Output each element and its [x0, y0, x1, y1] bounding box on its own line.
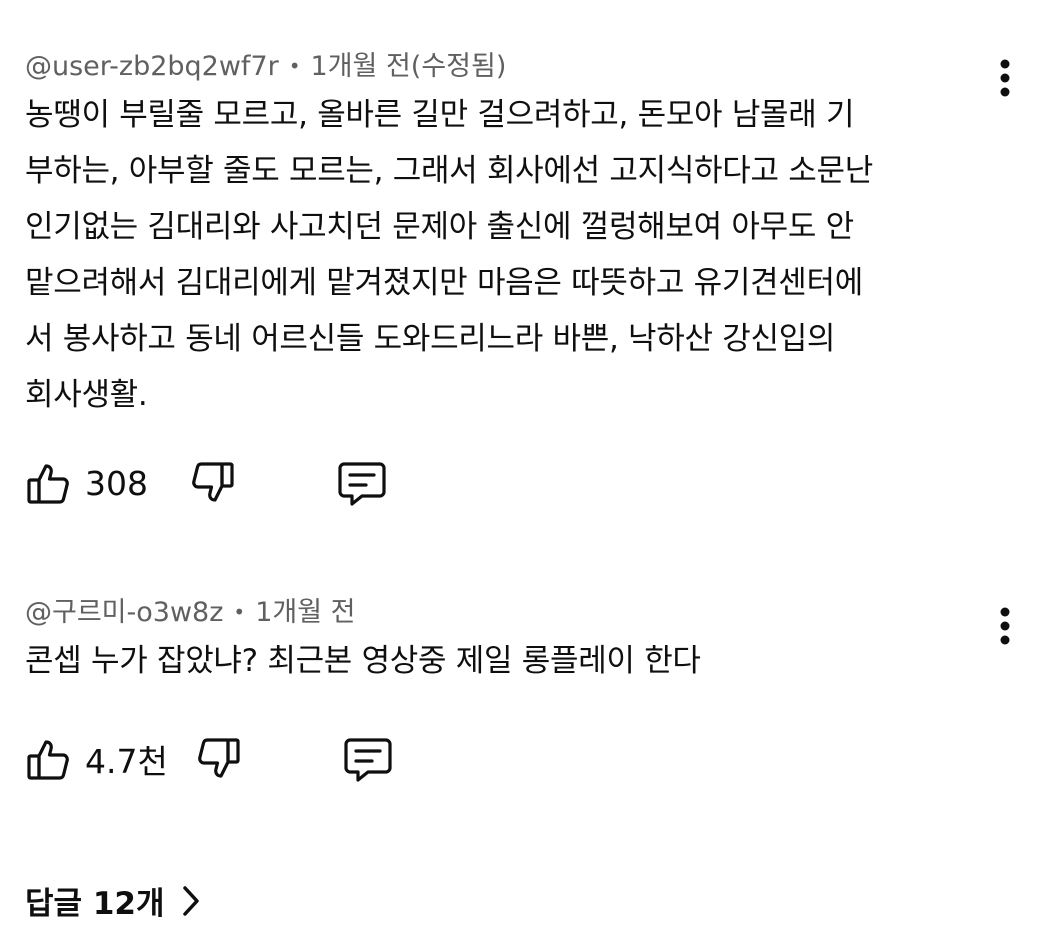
comment-text-line: 콘셉 누가 잡았냐? 최근본 영상중 제일 롱플레이 한다	[25, 643, 701, 679]
more-vertical-icon	[1000, 607, 1010, 645]
dislike-button[interactable]	[190, 460, 236, 506]
comment-1: @user-zb2bq2wf7r • 1개월 전(수정됨) 농땡이 부릴줄 모르고,…	[25, 48, 1025, 518]
more-vertical-icon	[1000, 59, 1010, 97]
like-count: 4.7천	[85, 742, 168, 781]
comment-text: 콘셉 누가 잡았냐? 최근본 영상중 제일 롱플레이 한다	[25, 633, 960, 689]
comment-text-line: 농땡이 부릴줄 모르고, 올바른 길만 걸으려하고, 돈모아 남몰래 기	[25, 97, 855, 133]
replies-label: 답글 12개	[25, 886, 165, 922]
comment-text: 농땡이 부릴줄 모르고, 올바른 길만 걸으려하고, 돈모아 남몰래 기 부하는…	[25, 87, 960, 423]
like-button[interactable]	[25, 736, 71, 782]
like-count: 308	[85, 463, 148, 503]
comment-meta: @user-zb2bq2wf7r • 1개월 전(수정됨)	[25, 48, 1025, 85]
comment-text-line: 서 봉사하고 동네 어르신들 도와드리느라 바쁜, 낙하산 강신입의	[25, 321, 836, 357]
comment-author[interactable]: @구르미-o3w8z	[25, 597, 223, 628]
comment-actions: 308	[25, 458, 386, 508]
comment-icon	[338, 462, 386, 506]
comment-author[interactable]: @user-zb2bq2wf7r	[25, 51, 279, 82]
meta-separator: •	[233, 600, 246, 624]
chevron-right-icon	[182, 885, 199, 916]
thumbs-down-icon	[192, 462, 234, 502]
meta-separator: •	[288, 54, 301, 78]
comment-more-button[interactable]	[985, 596, 1025, 656]
comment-text-line: 맡으려해서 김대리에게 맡겨졌지만 마음은 따뜻하고 유기견센터에	[25, 265, 863, 301]
dislike-button[interactable]	[196, 736, 242, 782]
like-button[interactable]	[25, 460, 71, 506]
comment-actions: 4.7천	[25, 734, 392, 784]
comment-meta: @구르미-o3w8z • 1개월 전	[25, 594, 1025, 631]
comment-text-line: 부하는, 아부할 줄도 모르는, 그래서 회사에선 고지식하다고 소문난	[25, 153, 873, 189]
reply-button[interactable]	[338, 460, 386, 506]
comment-time: 1개월 전	[255, 597, 356, 628]
comment-text-line: 회사생활.	[25, 377, 148, 413]
reply-button[interactable]	[344, 736, 392, 782]
thumbs-up-icon	[27, 464, 69, 504]
thumbs-down-icon	[198, 738, 240, 778]
comment-icon	[344, 738, 392, 782]
comment-time: 1개월 전(수정됨)	[310, 51, 507, 82]
comment-2: @구르미-o3w8z • 1개월 전 콘셉 누가 잡았냐? 최근본 영상중 제일 롱…	[25, 594, 1025, 794]
comment-text-line: 인기없는 김대리와 사고치던 문제아 출신에 껄렁해보여 아무도 안	[25, 209, 854, 245]
thumbs-up-icon	[27, 740, 69, 780]
view-replies-button[interactable]: 답글 12개	[25, 878, 201, 923]
comment-more-button[interactable]	[985, 48, 1025, 108]
